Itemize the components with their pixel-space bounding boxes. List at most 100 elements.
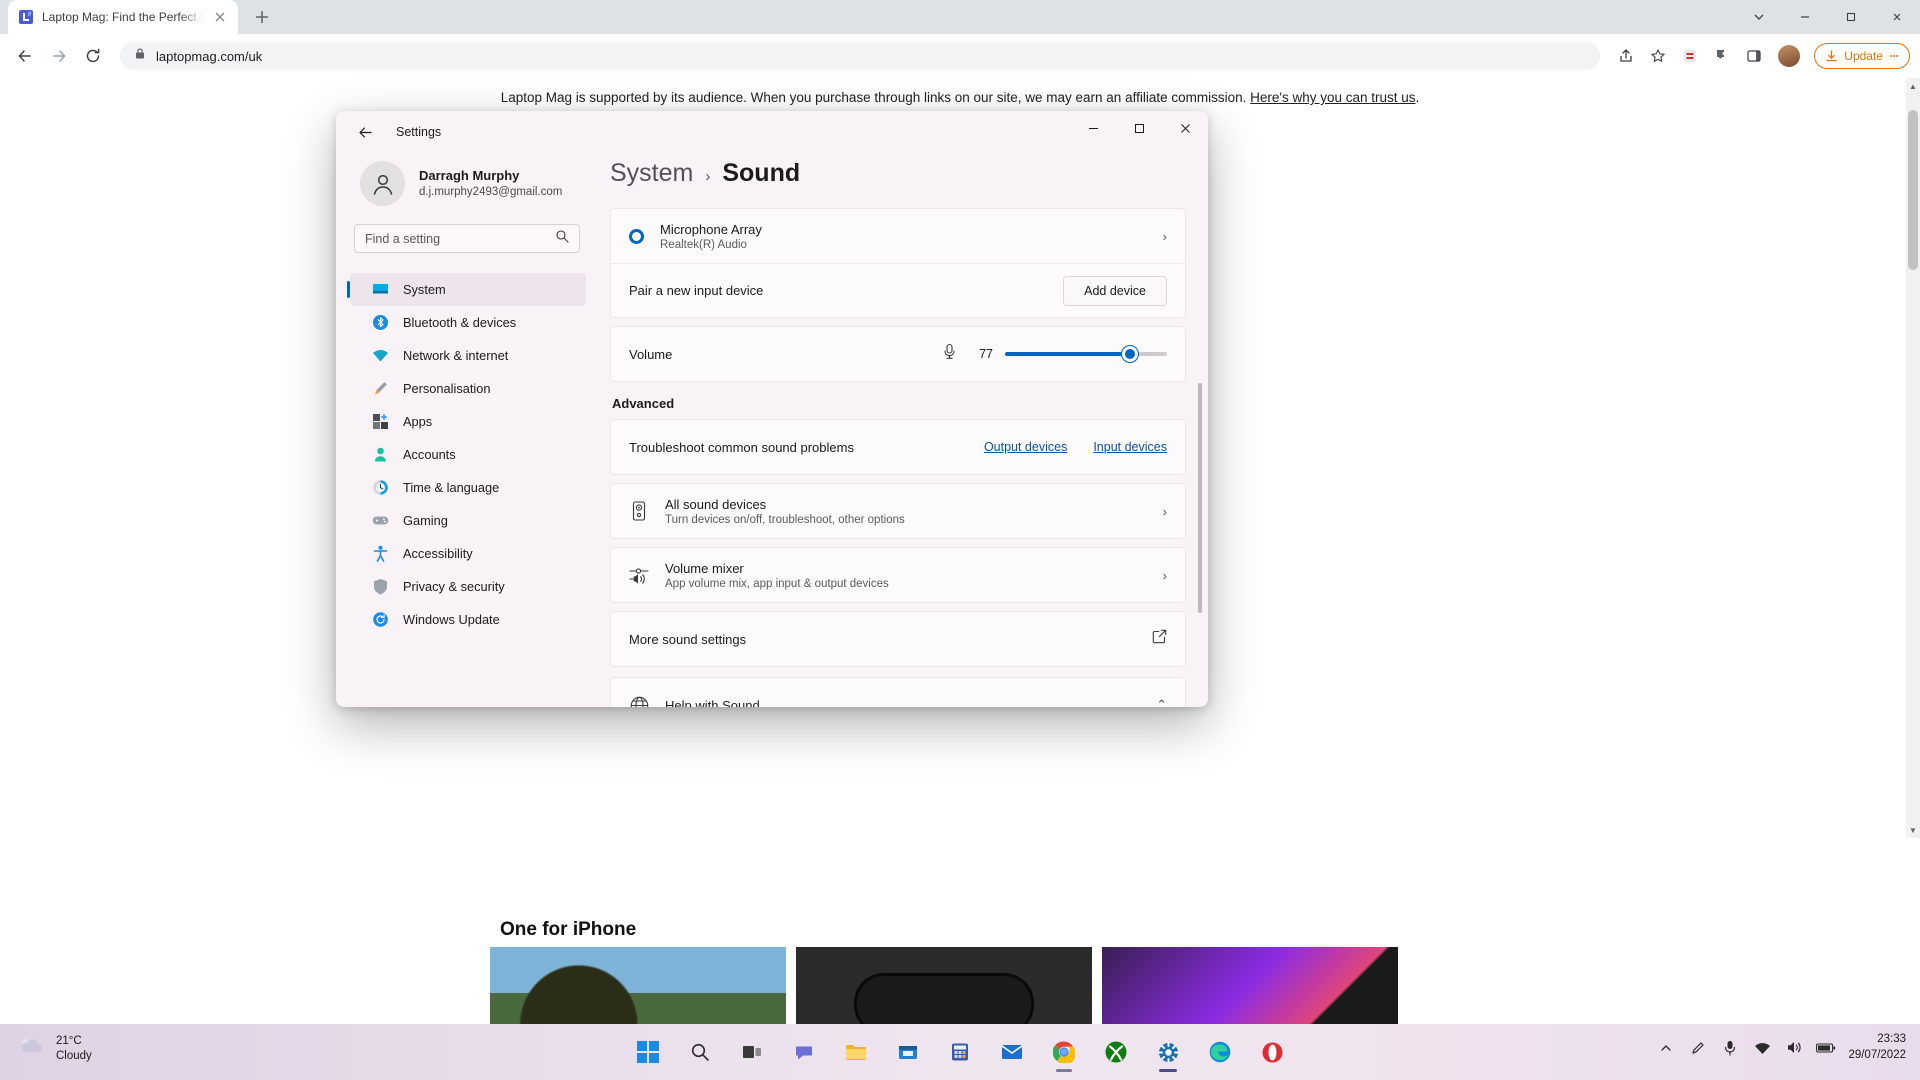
sidebar-item-gaming[interactable]: Gaming: [350, 504, 586, 537]
chevron-right-icon[interactable]: ›: [1163, 504, 1167, 519]
microsoft-store-icon[interactable]: [886, 1030, 930, 1074]
clock-time: 23:33: [1877, 1033, 1906, 1045]
browser-minimize-button[interactable]: [1782, 0, 1828, 34]
sidebar-item-system[interactable]: System: [347, 273, 586, 306]
puzzle-extension-icon[interactable]: [1708, 42, 1736, 70]
start-button[interactable]: [626, 1030, 670, 1074]
affiliate-text-suffix: .: [1415, 90, 1420, 105]
sidebar-item-network-internet[interactable]: Network & internet: [350, 339, 586, 372]
lock-icon: [134, 47, 146, 65]
battery-icon[interactable]: [1816, 1038, 1836, 1058]
system-tray: 23:33 29/07/2022: [1656, 1032, 1906, 1063]
bookmark-star-icon[interactable]: [1644, 42, 1672, 70]
user-profile[interactable]: Darragh Murphy d.j.murphy2493@gmail.com: [336, 153, 600, 224]
chevron-right-icon[interactable]: ›: [1163, 229, 1167, 244]
sidebar-item-privacy-security[interactable]: Privacy & security: [350, 570, 586, 603]
close-tab-icon[interactable]: [212, 9, 228, 25]
trust-us-link[interactable]: Here's why you can trust us: [1250, 90, 1415, 105]
side-panel-icon[interactable]: [1740, 42, 1768, 70]
sidebar-item-accounts[interactable]: Accounts: [350, 438, 586, 471]
troubleshoot-card: Troubleshoot common sound problems Outpu…: [610, 419, 1186, 475]
browser-maximize-button[interactable]: [1828, 0, 1874, 34]
google-chrome-icon[interactable]: [1042, 1030, 1086, 1074]
settings-back-button[interactable]: [348, 117, 382, 147]
sidebar-item-accessibility[interactable]: Accessibility: [350, 537, 586, 570]
volume-slider-fill: [1005, 352, 1130, 356]
volume-slider[interactable]: [1005, 346, 1167, 362]
accessibility-icon: [372, 545, 389, 562]
update-button-label: Update: [1844, 49, 1883, 63]
sidebar-item-windows-update[interactable]: Windows Update: [350, 603, 586, 636]
opera-icon[interactable]: [1250, 1030, 1294, 1074]
pair-new-input-device-row: Pair a new input device Add device: [611, 263, 1185, 317]
extension-icon[interactable]: [1676, 42, 1704, 70]
sidebar-item-bluetooth-devices[interactable]: Bluetooth & devices: [350, 306, 586, 339]
profile-avatar[interactable]: [1778, 45, 1801, 67]
settings-maximize-button[interactable]: [1116, 111, 1162, 145]
sidebar-item-label: Accounts: [403, 447, 456, 462]
sidebar-item-time-language[interactable]: Time & language: [350, 471, 586, 504]
page-title: Sound: [722, 159, 801, 187]
update-button[interactable]: Update: [1814, 43, 1910, 69]
chevron-right-icon[interactable]: ›: [1163, 568, 1167, 583]
output-devices-link[interactable]: Output devices: [984, 440, 1067, 454]
volume-mixer-card[interactable]: Volume mixer App volume mix, app input &…: [610, 547, 1186, 603]
share-icon[interactable]: [1612, 42, 1640, 70]
new-tab-button[interactable]: [248, 3, 276, 31]
reload-button[interactable]: [78, 41, 108, 71]
browser-tab[interactable]: Laptop Mag: Find the Perfect Lap: [8, 0, 238, 34]
mail-icon[interactable]: [990, 1030, 1034, 1074]
settings-close-button[interactable]: [1162, 111, 1208, 145]
xbox-icon[interactable]: [1094, 1030, 1138, 1074]
chat-icon[interactable]: [782, 1030, 826, 1074]
scrollbar-thumb[interactable]: [1908, 110, 1918, 270]
external-link-icon[interactable]: [1152, 629, 1167, 649]
input-device-row[interactable]: Microphone Array Realtek(R) Audio ›: [611, 209, 1185, 263]
input-devices-link[interactable]: Input devices: [1093, 440, 1167, 454]
wifi-icon[interactable]: [1752, 1038, 1772, 1058]
pen-icon[interactable]: [1688, 1038, 1708, 1058]
breadcrumb-separator-icon: ›: [705, 168, 711, 185]
browser-tab-search-icon[interactable]: [1736, 0, 1782, 34]
microsoft-edge-icon[interactable]: [1198, 1030, 1242, 1074]
sidebar-item-personalisation[interactable]: Personalisation: [350, 372, 586, 405]
sidebar-item-apps[interactable]: Apps: [350, 405, 586, 438]
radio-selected-icon[interactable]: [629, 228, 644, 244]
sidebar-item-label: Gaming: [403, 513, 448, 528]
back-button[interactable]: [10, 41, 40, 71]
taskbar-weather-widget[interactable]: 21°C Cloudy: [18, 1034, 92, 1064]
settings-search-box[interactable]: [354, 224, 580, 253]
all-sound-devices-row[interactable]: All sound devices Turn devices on/off, t…: [611, 484, 1185, 538]
help-with-sound-card[interactable]: Help with Sound ⌃: [610, 677, 1186, 707]
volume-slider-knob[interactable]: [1121, 346, 1138, 362]
more-sound-settings-card[interactable]: More sound settings: [610, 611, 1186, 667]
volume-mixer-row[interactable]: Volume mixer App volume mix, app input &…: [611, 548, 1185, 602]
settings-minimize-button[interactable]: [1070, 111, 1116, 145]
scroll-up-arrow[interactable]: ▲: [1906, 78, 1920, 94]
chevron-up-icon[interactable]: ⌃: [1156, 697, 1167, 707]
settings-scrollbar-thumb[interactable]: [1198, 383, 1202, 613]
microphone-icon[interactable]: [1720, 1038, 1740, 1058]
breadcrumb: System › Sound: [610, 153, 1186, 208]
add-device-button[interactable]: Add device: [1063, 275, 1167, 306]
address-bar[interactable]: laptopmag.com/uk: [120, 42, 1601, 70]
settings-content-scrollbar[interactable]: [1198, 383, 1202, 703]
task-view-icon[interactable]: [730, 1030, 774, 1074]
scroll-down-arrow[interactable]: ▼: [1906, 822, 1920, 838]
tray-chevron-up-icon[interactable]: [1656, 1038, 1676, 1058]
browser-close-button[interactable]: [1874, 0, 1920, 34]
volume-icon[interactable]: [1784, 1038, 1804, 1058]
help-with-sound-row[interactable]: Help with Sound ⌃: [611, 678, 1185, 707]
file-explorer-icon[interactable]: [834, 1030, 878, 1074]
troubleshoot-label: Troubleshoot common sound problems: [629, 439, 854, 455]
all-sound-devices-card[interactable]: All sound devices Turn devices on/off, t…: [610, 483, 1186, 539]
search-input[interactable]: [365, 231, 555, 246]
calculator-icon[interactable]: [938, 1030, 982, 1074]
taskbar-search-icon[interactable]: [678, 1030, 722, 1074]
breadcrumb-parent[interactable]: System: [610, 159, 693, 188]
taskbar-clock[interactable]: 23:33 29/07/2022: [1848, 1032, 1906, 1063]
forward-button[interactable]: [44, 41, 74, 71]
settings-taskbar-icon[interactable]: [1146, 1030, 1190, 1074]
more-sound-settings-row[interactable]: More sound settings: [611, 612, 1185, 666]
user-name: Darragh Murphy: [419, 167, 520, 183]
